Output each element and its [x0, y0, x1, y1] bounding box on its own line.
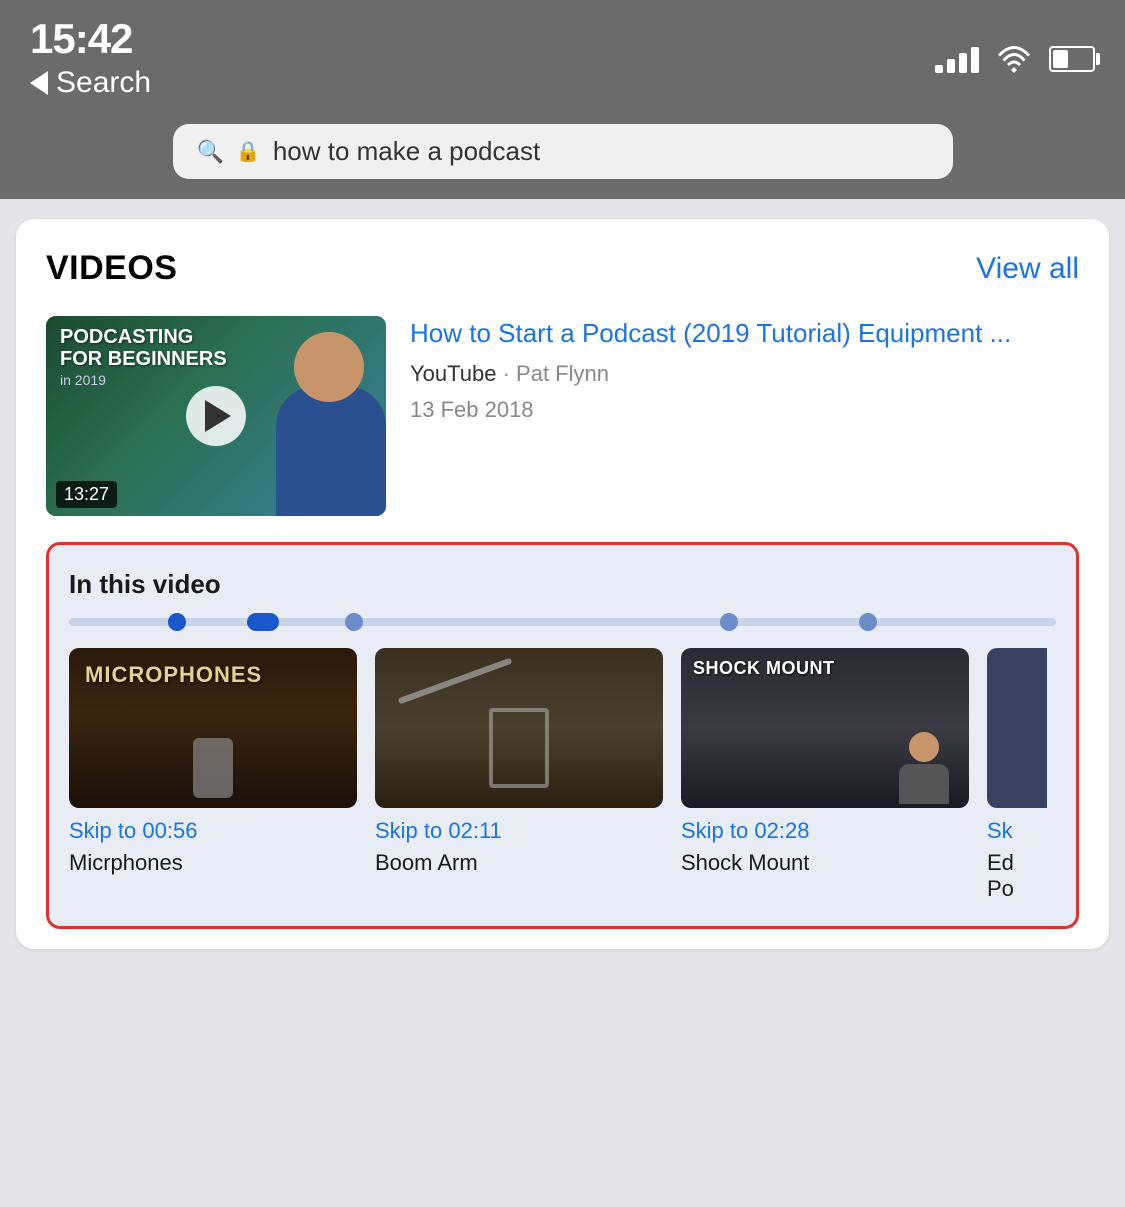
segments-row: MICROPHONES Skip to 00:56 Micrphones Ski… [69, 648, 1056, 902]
wifi-icon [997, 45, 1031, 73]
lock-icon: 🔒 [236, 139, 261, 164]
segment-boom-arm[interactable]: Skip to 02:11 Boom Arm [375, 648, 663, 902]
segment-thumb-2 [375, 648, 663, 808]
boom-arm-horizontal [398, 658, 513, 705]
segment-thumb-1: MICROPHONES [69, 648, 357, 808]
status-right [935, 45, 1095, 73]
video-thumbnail[interactable]: PODCASTING FOR BEGINNERS in 2019 13:27 [46, 316, 386, 516]
status-bar: 15:42 Search [0, 0, 1125, 114]
seg-label-4a: Ed [987, 850, 1047, 876]
thumb-subtitle-line: FOR BEGINNERS [60, 348, 227, 370]
video-result: PODCASTING FOR BEGINNERS in 2019 13:27 H… [46, 316, 1079, 516]
seg-label-4b: Po [987, 876, 1047, 902]
video-title[interactable]: How to Start a Podcast (2019 Tutorial) E… [410, 316, 1079, 351]
source-separator: · [503, 361, 516, 386]
thumb-title: PODCASTING [60, 326, 227, 348]
thumb-year: in 2019 [60, 372, 227, 388]
search-icon: 🔍 [197, 139, 224, 165]
battery-icon [1049, 46, 1095, 72]
segment-shock-mount[interactable]: SHOCK MOUNT Skip to 02:28 Shock Mount [681, 648, 969, 902]
boom-arm-shape [489, 708, 549, 788]
view-all-link[interactable]: View all [976, 252, 1079, 286]
thumbnail-text: PODCASTING FOR BEGINNERS in 2019 [60, 326, 227, 388]
segment-partial[interactable]: Sk Ed Po [987, 648, 1047, 902]
back-button[interactable]: Search [30, 66, 151, 100]
mic-icon [193, 738, 233, 798]
segment-thumb-3: SHOCK MOUNT [681, 648, 969, 808]
progress-bar[interactable] [69, 618, 1056, 626]
shock-mount-person [899, 732, 949, 792]
video-info: How to Start a Podcast (2019 Tutorial) E… [410, 316, 1079, 516]
signal-bars-icon [935, 45, 979, 73]
progress-track [69, 618, 1056, 626]
seg-skip-2[interactable]: Skip to 02:11 [375, 818, 663, 844]
seg-skip-3[interactable]: Skip to 02:28 [681, 818, 969, 844]
seg-label-2: Boom Arm [375, 850, 663, 876]
video-date: 13 Feb 2018 [410, 397, 1079, 423]
seg-label-3: Shock Mount [681, 850, 969, 876]
video-source: YouTube · Pat Flynn [410, 361, 1079, 387]
segment-microphones[interactable]: MICROPHONES Skip to 00:56 Micrphones [69, 648, 357, 902]
play-icon [205, 400, 231, 432]
progress-dot-3 [345, 613, 363, 631]
progress-dot-5 [859, 613, 877, 631]
seg-label-1: Micrphones [69, 850, 357, 876]
address-bar: 🔍 🔒 how to make a podcast [0, 114, 1125, 199]
search-query: how to make a podcast [273, 136, 929, 167]
in-this-video-title: In this video [69, 569, 1056, 600]
progress-dot-4 [720, 613, 738, 631]
section-header: VIDEOS View all [46, 249, 1079, 288]
seg-label-4: Ed Po [987, 850, 1047, 902]
status-time: 15:42 [30, 18, 151, 60]
status-left: 15:42 Search [30, 18, 151, 100]
progress-dot-1 [168, 613, 186, 631]
video-duration: 13:27 [56, 481, 117, 508]
play-button[interactable] [186, 386, 246, 446]
section-title: VIDEOS [46, 249, 177, 288]
person-body [276, 386, 386, 516]
source-author: Pat Flynn [516, 361, 609, 386]
source-name: YouTube [410, 361, 496, 386]
back-label: Search [56, 66, 151, 100]
seg-skip-4[interactable]: Sk [987, 818, 1047, 844]
main-content: VIDEOS View all PODCASTING FOR BEGINNERS… [0, 199, 1125, 969]
person-face [294, 332, 364, 402]
in-this-video-section: In this video MICROPHONES [46, 542, 1079, 929]
segment-thumb-4 [987, 648, 1047, 808]
seg-thumb-label-3: SHOCK MOUNT [693, 658, 835, 679]
seg-thumb-text-1: MICROPHONES [85, 662, 262, 688]
back-arrow-icon [30, 71, 48, 95]
address-input[interactable]: 🔍 🔒 how to make a podcast [173, 124, 953, 179]
progress-dot-2 [247, 613, 279, 631]
videos-card: VIDEOS View all PODCASTING FOR BEGINNERS… [16, 219, 1109, 949]
seg-skip-1[interactable]: Skip to 00:56 [69, 818, 357, 844]
battery-level [1053, 50, 1068, 68]
